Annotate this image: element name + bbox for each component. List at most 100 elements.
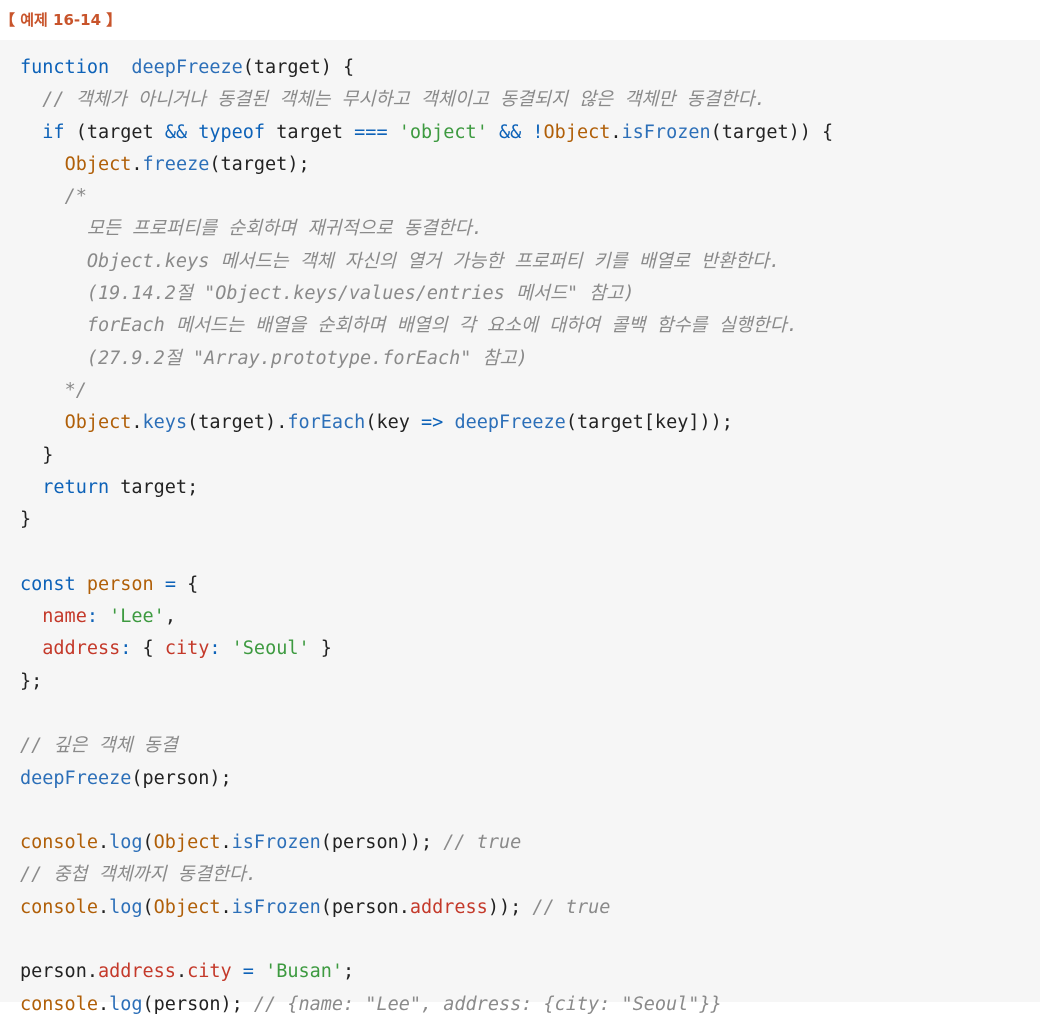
code-line: } — [20, 440, 833, 472]
code-token: (19.14.2절 "Object.keys/values/entries 메서… — [86, 283, 635, 305]
code-token: : — [86, 606, 98, 628]
code-token: log — [109, 993, 143, 1015]
code-token: isFrozen — [621, 121, 711, 143]
code-token: forEach — [287, 412, 366, 434]
code-token: && — [498, 121, 522, 143]
code-token: */ — [64, 379, 87, 401]
example-title: 【 예제 16-14 】 — [0, 11, 122, 29]
code-token: target — [265, 121, 355, 143]
code-token: typeof — [198, 121, 266, 143]
code-token: deepFreeze — [20, 767, 132, 789]
code-token: : — [120, 638, 132, 660]
code-token: Object — [64, 153, 132, 175]
code-line: console.log(Object.isFrozen(person)); //… — [20, 827, 833, 859]
code-line: console.log(person); // {name: "Lee", ad… — [20, 989, 833, 1021]
code-token: )); — [487, 896, 522, 918]
code-token: . — [610, 121, 622, 143]
code-token: // true — [532, 896, 611, 918]
code-token: 모든 프로퍼티를 순회하며 재귀적으로 동결한다. — [86, 218, 483, 240]
code-token: (target); — [209, 153, 310, 175]
code-token: person. — [20, 961, 98, 983]
code-token: if — [42, 121, 65, 143]
code-line: (27.9.2절 "Array.prototype.forEach" 참고) — [20, 343, 833, 375]
code-token: . — [220, 896, 232, 918]
code-token: (person); — [131, 767, 232, 789]
code-token: 'Seoul' — [231, 638, 310, 660]
code-token: . — [97, 896, 110, 918]
code-token: // 객체가 아니거나 동결된 객체는 무시하고 객체이고 동결되지 않은 객체… — [42, 89, 766, 111]
code-token: forEach 메서드는 배열을 순회하며 배열의 각 요소에 대하여 콜백 함… — [86, 315, 798, 337]
code-line: Object.keys(target).forEach(key => deepF… — [20, 407, 833, 439]
code-token: (target). — [187, 412, 288, 434]
code-token: city — [187, 961, 232, 983]
code-line: name: 'Lee', — [20, 601, 833, 633]
code-token: deepFreeze — [454, 412, 566, 434]
code-line: if (target && typeof target === 'object'… — [20, 117, 833, 149]
code-token: 'object' — [398, 121, 488, 143]
code-token: // true — [443, 832, 522, 854]
code-token: ; — [343, 961, 355, 983]
code-token: . — [131, 153, 143, 175]
code-token: freeze — [142, 153, 210, 175]
code-line: /* — [20, 181, 833, 213]
code-line: } — [20, 504, 833, 536]
code-token: (27.9.2절 "Array.prototype.forEach" 참고) — [86, 347, 528, 369]
code-token: = — [164, 573, 176, 595]
code-token: 'Lee' — [109, 606, 165, 628]
code-line: address: { city: 'Seoul' } — [20, 633, 833, 665]
code-line: */ — [20, 375, 833, 407]
code-token: (target — [64, 121, 165, 143]
code-line: const person = { — [20, 569, 833, 601]
code-token: deepFreeze — [131, 57, 243, 78]
code-token: address — [42, 638, 121, 660]
code-token: (person. — [320, 896, 410, 918]
code-block: function deepFreeze(target) { // 객체가 아니거… — [0, 40, 1040, 1015]
code-token: isFrozen — [231, 832, 321, 854]
code-line: return target; — [20, 472, 833, 504]
code-token: }; — [20, 670, 43, 692]
code-token: Object — [153, 832, 221, 854]
code-token: . — [220, 832, 232, 854]
code-line: console.log(Object.isFrozen(person.addre… — [20, 892, 833, 924]
code-token: log — [109, 832, 143, 854]
code-line: // 객체가 아니거나 동결된 객체는 무시하고 객체이고 동결되지 않은 객체… — [20, 84, 833, 116]
code-token: : — [209, 638, 221, 660]
code-token: . — [175, 961, 188, 983]
code-token: keys — [142, 412, 188, 434]
code-line: // 깊은 객체 동결 — [20, 730, 833, 762]
code-line: // 중첩 객체까지 동결한다. — [20, 859, 833, 891]
code-token: function — [20, 57, 110, 78]
code-token: (person); — [142, 993, 254, 1015]
code-token: } — [309, 638, 332, 660]
code-token: 'Busan' — [265, 961, 344, 983]
code-token: return — [42, 476, 110, 498]
code-token: (person)); — [320, 832, 444, 854]
code-token: ! — [532, 121, 544, 143]
code-token: (target)) { — [710, 121, 834, 143]
code-token: && — [164, 121, 188, 143]
code-token: address — [97, 961, 176, 983]
code-token: === — [354, 121, 388, 143]
code-line: Object.keys 메서드는 객체 자신의 열거 가능한 프로퍼티 키를 배… — [20, 246, 833, 278]
code-token: . — [97, 993, 110, 1015]
code-token: /* — [64, 186, 87, 208]
code-line: (19.14.2절 "Object.keys/values/entries 메서… — [20, 278, 833, 310]
code-line: Object.freeze(target); — [20, 149, 833, 181]
